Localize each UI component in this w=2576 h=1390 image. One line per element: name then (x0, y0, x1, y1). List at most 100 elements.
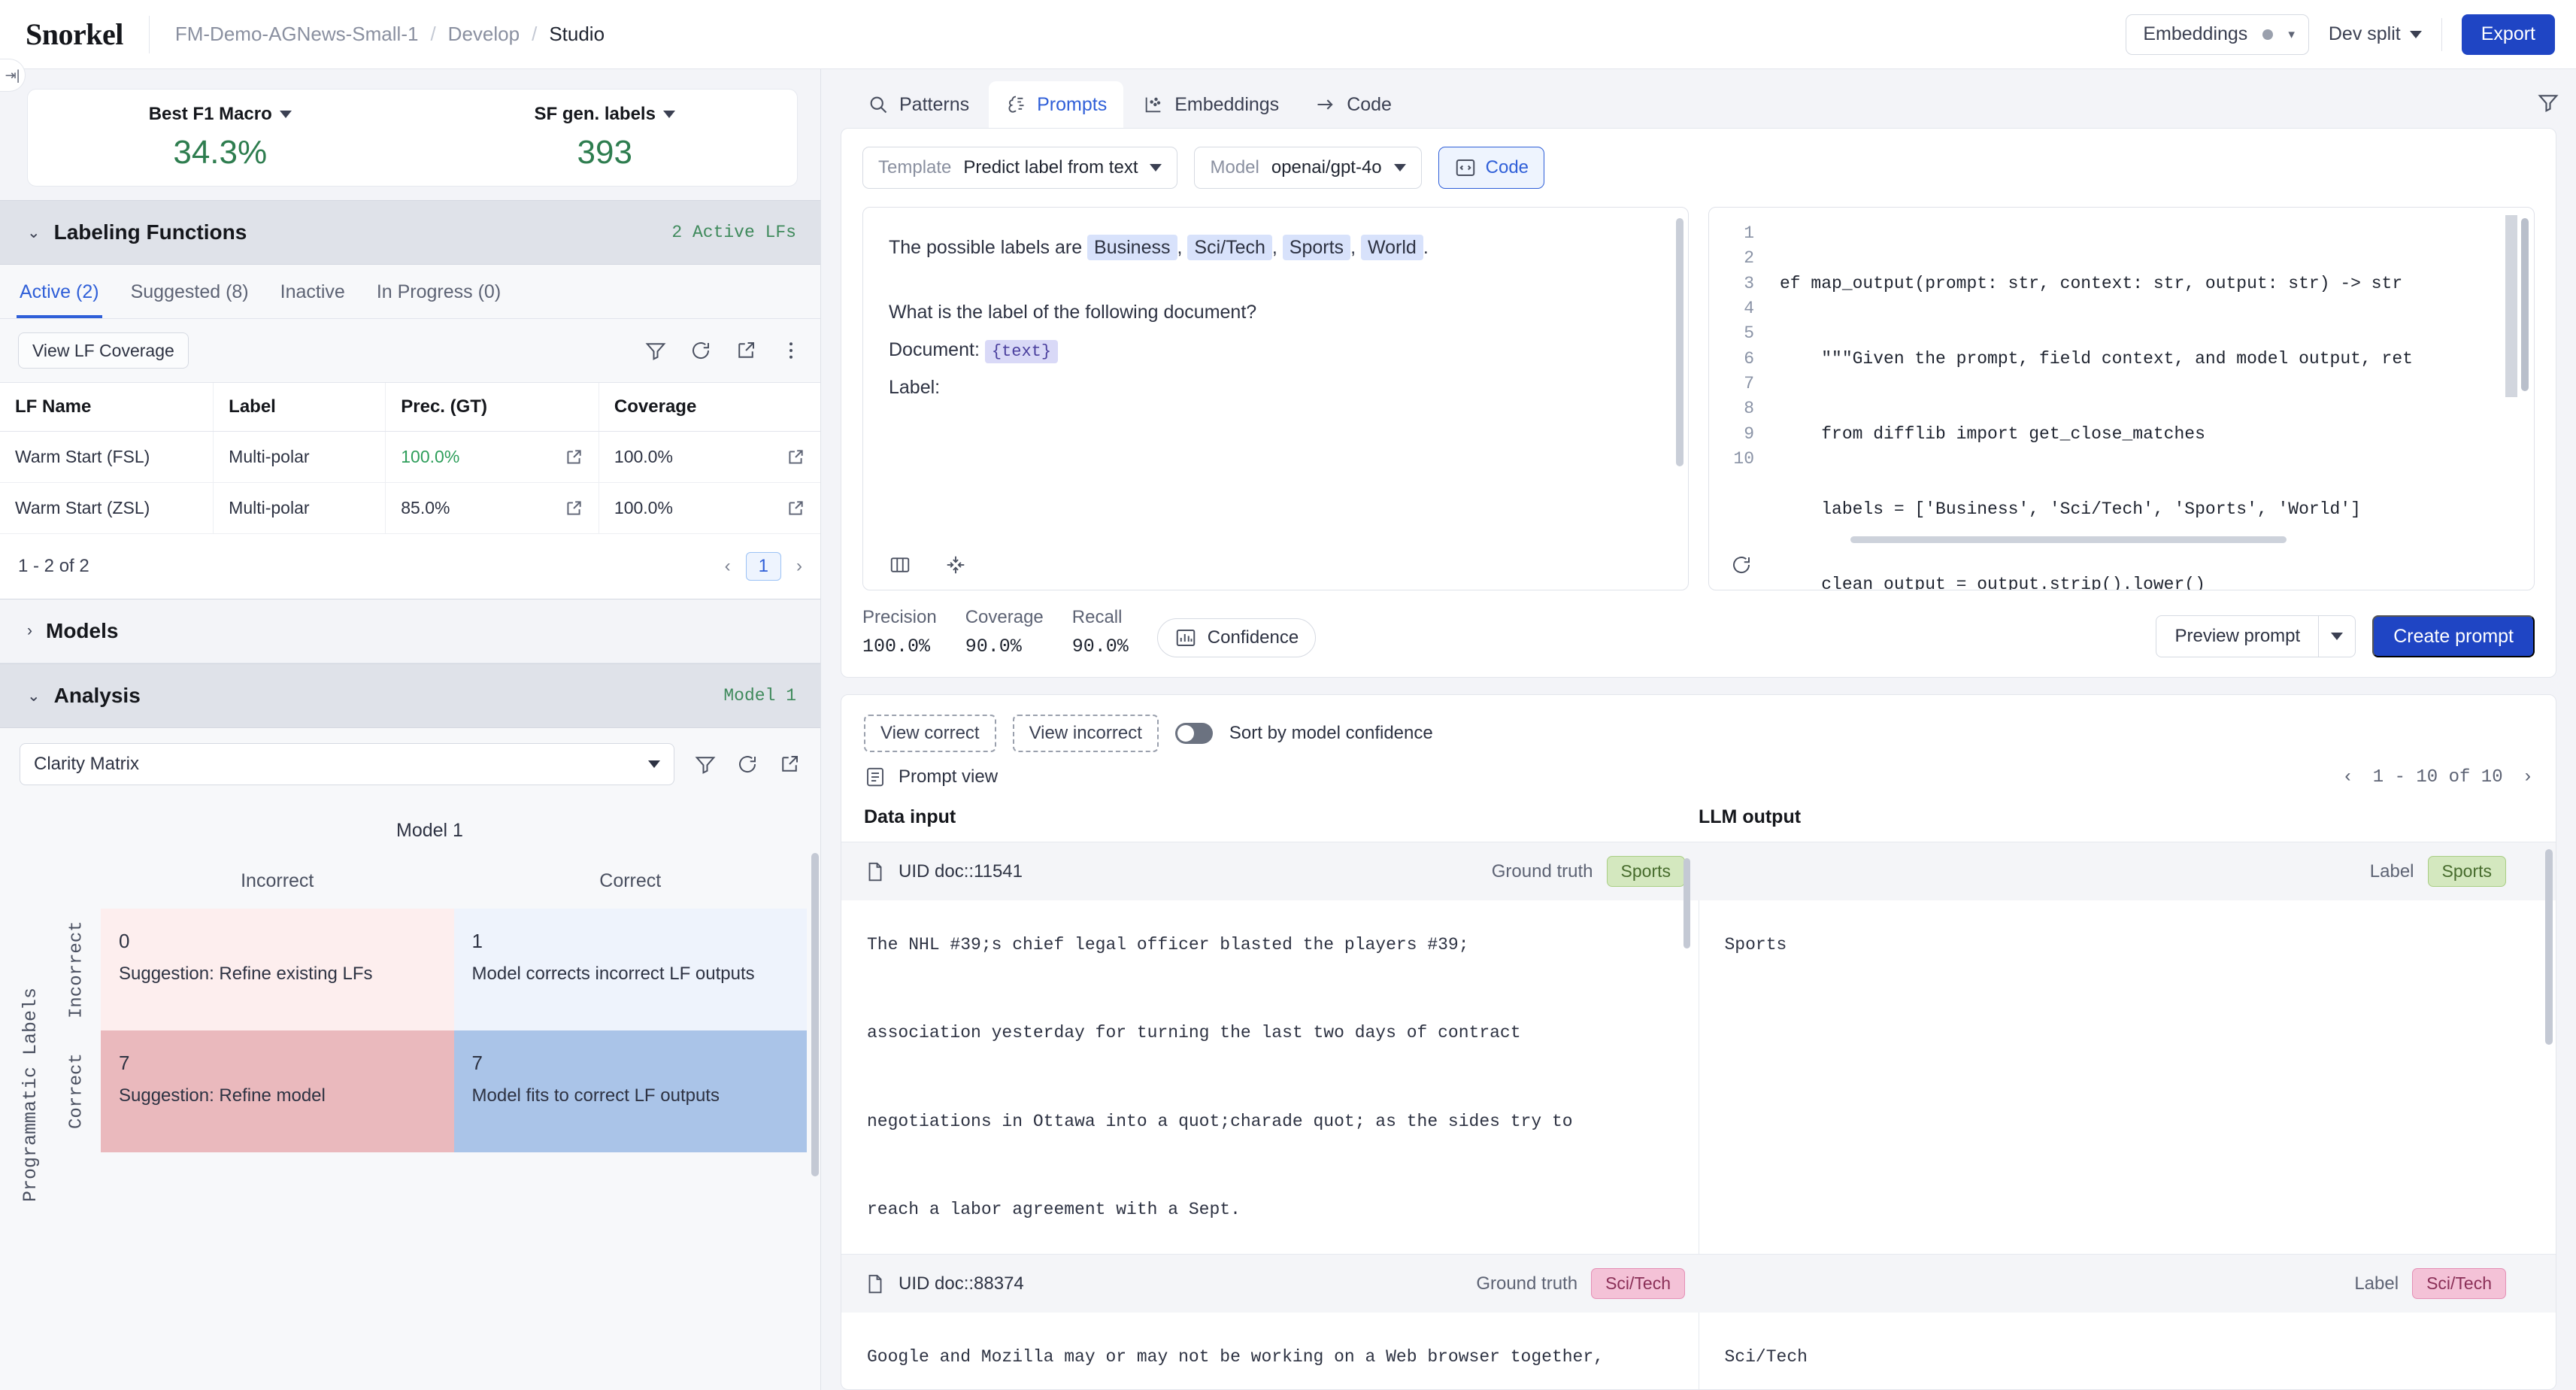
open-external-icon[interactable] (786, 499, 805, 518)
matrix-grid: Incorrect Correct 0 Suggestion: Refine e… (53, 909, 807, 1152)
prev-page-icon[interactable]: ‹ (2342, 767, 2353, 788)
breadcrumb-develop[interactable]: Develop (448, 23, 520, 46)
preview-prompt-dropdown[interactable] (2318, 616, 2355, 657)
chevron-right-icon: › (27, 622, 32, 639)
confidence-button[interactable]: Confidence (1156, 618, 1317, 657)
preview-prompt-split-button[interactable]: Preview prompt (2156, 615, 2356, 657)
list-item[interactable]: UID doc::11541 Ground truth Sports Label… (841, 842, 2556, 1255)
label-chip-sports[interactable]: Sports (1282, 235, 1351, 260)
matrix-cell-correct-incorrect[interactable]: 1 Model corrects incorrect LF outputs (453, 909, 807, 1030)
filter-icon[interactable] (644, 339, 667, 362)
prompt-text-content: The possible labels are Business, Sci/Te… (863, 208, 1688, 427)
status-badge: Sports (2427, 856, 2506, 887)
code-editor[interactable]: 1 2 3 4 5 6 7 8 9 10 ef map_output(promp… (1708, 207, 2535, 590)
lf-col-coverage: Coverage (598, 382, 820, 432)
lf-tab-inactive[interactable]: Inactive (277, 265, 348, 318)
open-external-icon[interactable] (564, 448, 583, 467)
filter-icon[interactable] (2537, 91, 2559, 114)
prev-page-icon[interactable]: ‹ (725, 556, 731, 577)
analysis-header[interactable]: ⌄ Analysis Model 1 (0, 663, 820, 728)
section-title: Analysis (53, 684, 141, 707)
template-selector[interactable]: Template Predict label from text (862, 147, 1178, 189)
lf-col-precision: Prec. (GT) (385, 382, 599, 432)
open-external-icon[interactable] (786, 448, 805, 467)
main-filter-button[interactable] (2537, 91, 2559, 128)
open-external-icon[interactable] (564, 499, 583, 518)
dev-split-selector[interactable]: Dev split (2329, 23, 2422, 45)
matrix-cell-incorrect-correct[interactable]: 7 Suggestion: Refine model (101, 1030, 454, 1152)
main-tab-bar: Patterns Prompts Embeddings Code (821, 69, 2576, 128)
preview-prompt-button[interactable]: Preview prompt (2156, 616, 2318, 657)
view-incorrect-button[interactable]: View incorrect (1012, 715, 1159, 752)
lf-tab-active[interactable]: Active (2) (17, 265, 102, 318)
prompt-line-labels: The possible labels are Business, Sci/Te… (889, 229, 1662, 266)
document-id: UID doc::88374 (864, 1273, 1024, 1295)
analysis-view-select[interactable]: Clarity Matrix (20, 743, 674, 785)
lf-tab-in-progress[interactable]: In Progress (0) (374, 265, 504, 318)
prompts-icon (1005, 94, 1026, 115)
chevron-down-icon: ⌄ (27, 687, 41, 705)
export-button[interactable]: Export (2461, 14, 2555, 55)
filter-icon[interactable] (694, 753, 717, 775)
lf-precision-cell: 100.0% (385, 431, 599, 483)
expand-collapse-icon[interactable] (944, 554, 967, 576)
refresh-icon[interactable] (736, 753, 759, 775)
tab-code[interactable]: Code (1299, 81, 1408, 128)
open-external-icon[interactable] (778, 753, 801, 775)
models-header[interactable]: › Models (0, 599, 820, 663)
view-correct-button[interactable]: View correct (864, 715, 996, 752)
prompt-text-editor[interactable]: The possible labels are Business, Sci/Te… (862, 207, 1689, 590)
columns-icon[interactable] (889, 554, 911, 576)
status-badge: Sci/Tech (1591, 1268, 1685, 1300)
output-label: Label (2354, 1273, 2399, 1294)
embeddings-select[interactable]: Embeddings ▾ (2126, 14, 2309, 55)
table-row[interactable]: Warm Start (ZSL) Multi-polar 85.0% 100.0… (0, 482, 820, 534)
table-row[interactable]: Warm Start (FSL) Multi-polar 100.0% 100.… (0, 431, 820, 483)
tab-prompts[interactable]: Prompts (989, 81, 1124, 128)
matrix-cell-correct-correct[interactable]: 7 Model fits to correct LF outputs (453, 1030, 807, 1152)
brand-logo[interactable]: Snorkel (26, 17, 123, 52)
code-line: ef map_output(prompt: str, context: str,… (1780, 273, 2403, 293)
lf-tab-suggested[interactable]: Suggested (8) (128, 265, 252, 318)
next-page-icon[interactable]: › (2523, 767, 2533, 788)
refresh-icon[interactable] (689, 339, 712, 362)
header-divider (148, 15, 150, 53)
sort-by-confidence-toggle[interactable] (1174, 723, 1213, 744)
metric-sf-gen-labels[interactable]: SF gen. labels 393 (413, 104, 798, 171)
prompt-view-button[interactable]: Prompt view (864, 766, 998, 788)
prompt-toolbar: Template Predict label from text Model o… (841, 129, 2556, 196)
breadcrumb-studio[interactable]: Studio (549, 23, 605, 46)
cell-scrollbar[interactable] (1683, 858, 1690, 948)
llm-output-cell: Sports (1724, 935, 1787, 954)
breadcrumb-project[interactable]: FM-Demo-AGNews-Small-1 (175, 23, 419, 46)
labeling-functions-header[interactable]: ⌄ Labeling Functions 2 Active LFs (0, 200, 820, 265)
metric-best-f1[interactable]: Best F1 Macro 34.3% (28, 104, 413, 171)
prompt-editor-scrollbar[interactable] (1676, 218, 1683, 466)
reset-code-icon[interactable] (1730, 554, 1753, 576)
list-item[interactable]: UID doc::88374 Ground truth Sci/Tech Lab… (841, 1254, 2556, 1389)
code-toggle-button[interactable]: Code (1438, 147, 1545, 189)
metric-precision: Precision 100.0% (862, 607, 937, 657)
label-chip-scitech[interactable]: Sci/Tech (1187, 235, 1272, 260)
matrix-cell-incorrect-incorrect[interactable]: 0 Suggestion: Refine existing LFs (101, 909, 454, 1030)
next-page-icon[interactable]: › (796, 556, 802, 577)
code-vertical-scrollbar[interactable] (2521, 218, 2529, 391)
tab-embeddings[interactable]: Embeddings (1126, 81, 1296, 128)
summary-metrics-card: Best F1 Macro 34.3% SF gen. labels 393 (27, 89, 798, 187)
document-variable-chip[interactable]: {text} (984, 340, 1059, 363)
sidebar-scrollbar[interactable] (811, 853, 819, 1176)
current-page[interactable]: 1 (745, 552, 781, 581)
triangle-down-icon (2409, 30, 2422, 38)
lf-pagination: ‹ 1 › (725, 552, 802, 581)
create-prompt-button[interactable]: Create prompt (2372, 615, 2535, 657)
arrow-right-icon (1315, 94, 1336, 115)
label-chip-world[interactable]: World (1360, 235, 1423, 260)
model-selector[interactable]: Model openai/gpt-4o (1194, 147, 1422, 189)
tab-patterns[interactable]: Patterns (851, 81, 986, 128)
code-horizontal-scrollbar[interactable] (1850, 536, 2287, 543)
label-chip-business[interactable]: Business (1087, 235, 1177, 260)
results-scrollbar[interactable] (2545, 849, 2553, 1045)
open-external-icon[interactable] (735, 339, 757, 362)
view-lf-coverage-button[interactable]: View LF Coverage (18, 332, 189, 369)
more-options-icon[interactable] (780, 339, 802, 362)
